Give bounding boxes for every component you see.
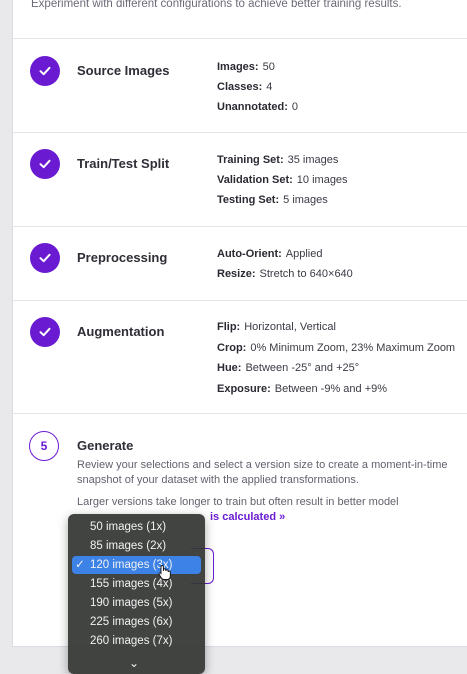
version-size-option[interactable]: 260 images (7x) (68, 632, 205, 650)
step-complete-check-icon (30, 149, 60, 179)
step-complete-check-icon (30, 317, 60, 347)
divider (13, 413, 467, 414)
checkmark-icon: ✓ (75, 559, 85, 571)
step-title-preprocessing[interactable]: Preprocessing (77, 250, 167, 265)
version-size-option[interactable]: 155 images (4x) (68, 575, 205, 593)
option-label: 260 images (7x) (90, 635, 173, 647)
divider (13, 38, 467, 39)
step-number-badge: 5 (29, 431, 59, 461)
detail-auto-orient: Auto-Orient: Applied (217, 248, 323, 260)
detail-classes: Classes: 4 (217, 81, 273, 93)
version-size-option[interactable]: 190 images (5x) (68, 594, 205, 612)
detail-resize: Resize: Stretch to 640×640 (217, 268, 353, 280)
divider (13, 300, 467, 301)
option-label: 225 images (6x) (90, 616, 173, 628)
generate-description-line-1: Review your selections and select a vers… (77, 459, 448, 471)
detail-images: Images: 50 (217, 61, 275, 73)
divider (13, 226, 467, 227)
detail-exposure: Exposure: Between -9% and +9% (217, 383, 388, 395)
version-size-option[interactable]: 85 images (2x) (68, 537, 205, 555)
step-complete-check-icon (30, 243, 60, 273)
step-title-generate: Generate (77, 438, 134, 453)
version-size-option[interactable]: 50 images (1x) (68, 518, 205, 536)
detail-unannotated: Unannotated: 0 (217, 101, 299, 113)
option-label: 85 images (2x) (90, 540, 167, 552)
detail-hue: Hue: Between -25° and +25° (217, 362, 360, 374)
generate-description-line-2: snapshot of your dataset with the applie… (77, 474, 359, 486)
detail-crop: Crop: 0% Minimum Zoom, 23% Maximum Zoom (217, 342, 456, 354)
version-size-dropdown-menu[interactable]: 50 images (1x) 85 images (2x) ✓ 120 imag… (68, 514, 205, 674)
step-title-train-test-split[interactable]: Train/Test Split (77, 156, 169, 171)
version-size-option-selected[interactable]: ✓ 120 images (3x) (72, 556, 201, 574)
step-title-source-images[interactable]: Source Images (77, 63, 170, 78)
detail-training-set: Training Set: 35 images (217, 154, 339, 166)
divider (13, 132, 467, 133)
option-label: 50 images (1x) (90, 521, 167, 533)
intro-text: Experiment with different configurations… (31, 0, 402, 10)
mouse-pointer-icon (158, 565, 171, 580)
version-size-option[interactable]: 225 images (6x) (68, 613, 205, 631)
detail-testing-set: Testing Set: 5 images (217, 194, 328, 206)
step-complete-check-icon (30, 56, 60, 86)
option-label: 190 images (5x) (90, 597, 173, 609)
calculation-info-link[interactable]: is calculated » (210, 511, 285, 523)
step-title-augmentation[interactable]: Augmentation (77, 324, 164, 339)
detail-validation-set: Validation Set: 10 images (217, 174, 348, 186)
generate-note-line-1: Larger versions take longer to train but… (77, 496, 399, 508)
detail-flip: Flip: Horizontal, Vertical (217, 321, 336, 333)
scroll-down-chevron-icon[interactable]: ⌄ (129, 656, 139, 670)
